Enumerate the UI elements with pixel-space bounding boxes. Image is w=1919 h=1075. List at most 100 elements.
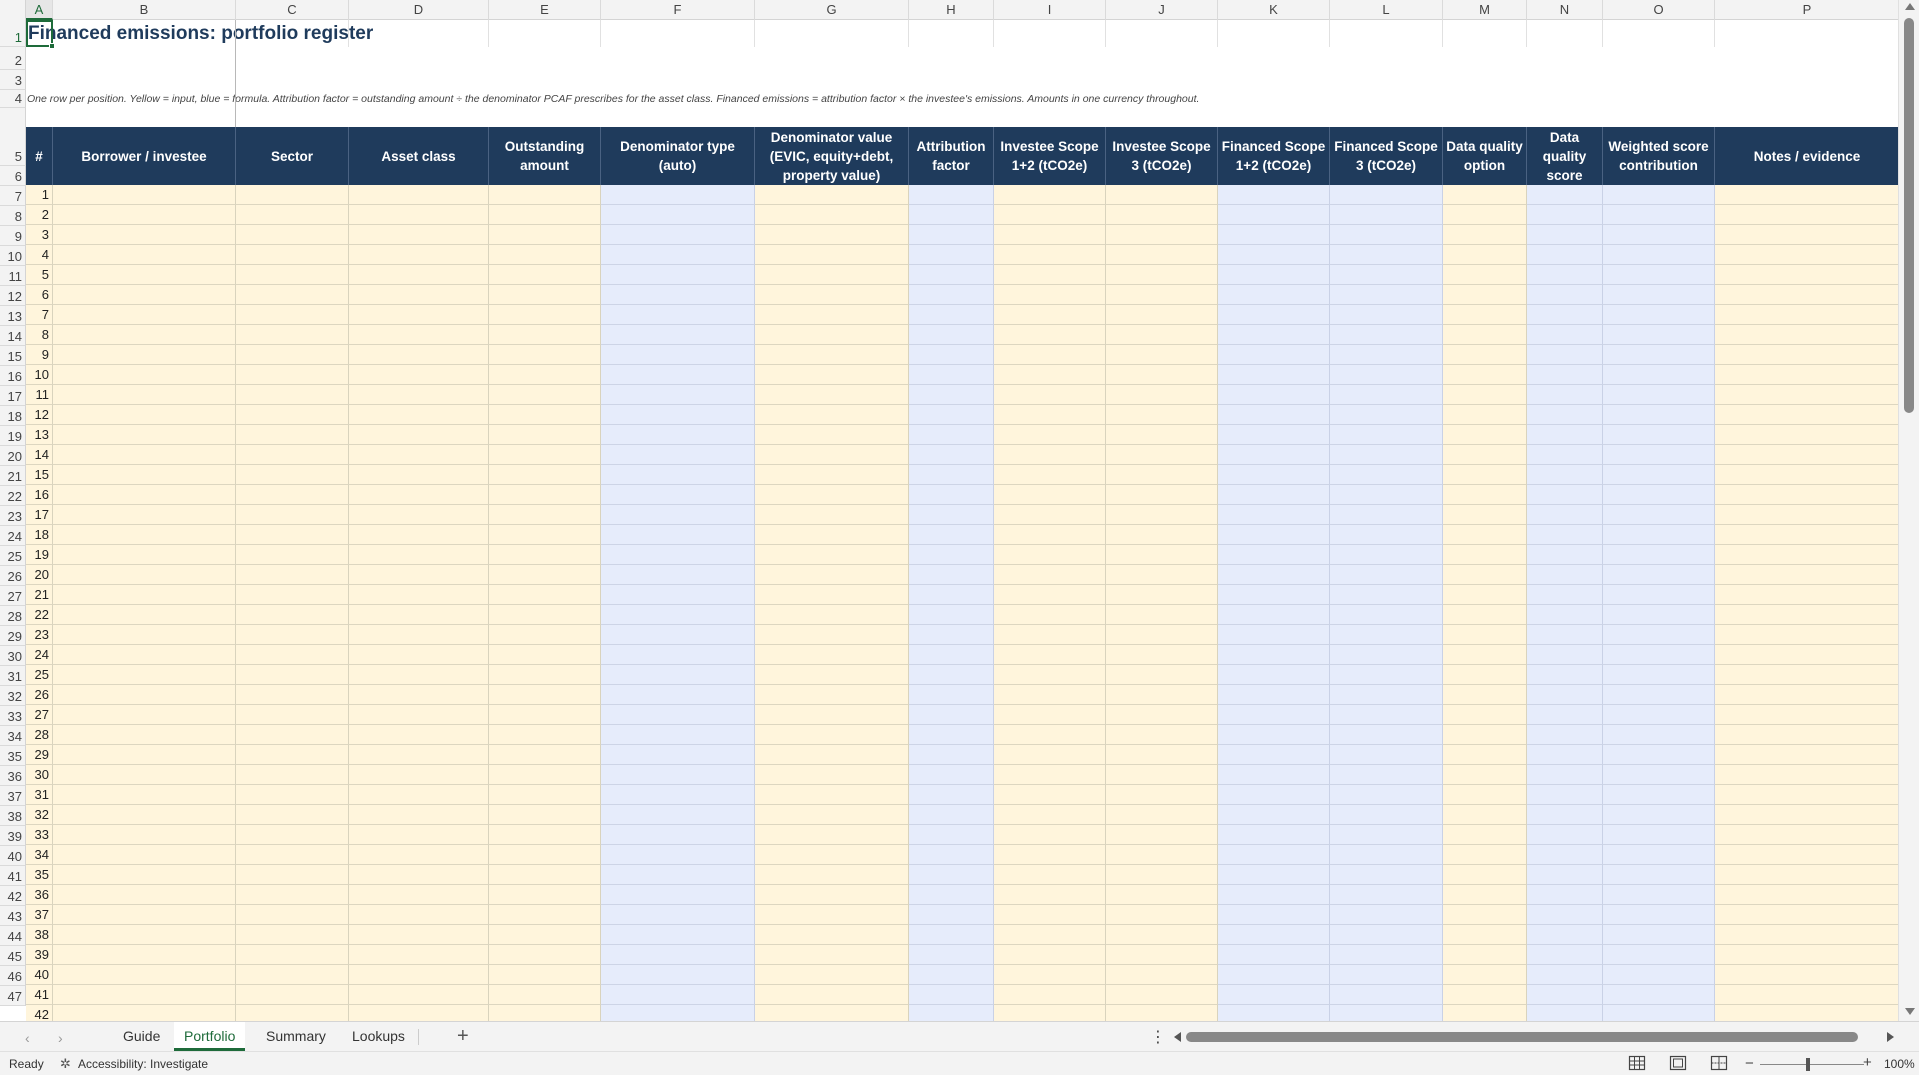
input-cell[interactable] <box>755 265 909 285</box>
row-header-15[interactable]: 15 <box>0 346 26 366</box>
input-cell[interactable] <box>489 885 601 905</box>
input-cell[interactable] <box>1715 365 1898 385</box>
row-header-18[interactable]: 18 <box>0 406 26 426</box>
formula-cell[interactable] <box>909 865 994 885</box>
input-cell[interactable] <box>489 345 601 365</box>
formula-cell[interactable] <box>1527 425 1603 445</box>
input-cell[interactable] <box>489 825 601 845</box>
position-number-cell[interactable]: 13 <box>26 425 53 445</box>
formula-cell[interactable] <box>1330 685 1443 705</box>
position-number-cell[interactable]: 31 <box>26 785 53 805</box>
input-cell[interactable] <box>1715 945 1898 965</box>
input-cell[interactable] <box>53 305 236 325</box>
row-header-42[interactable]: 42 <box>0 886 26 906</box>
input-cell[interactable] <box>755 645 909 665</box>
input-cell[interactable] <box>53 605 236 625</box>
input-cell[interactable] <box>1106 665 1218 685</box>
input-cell[interactable] <box>349 685 489 705</box>
input-cell[interactable] <box>53 645 236 665</box>
formula-cell[interactable] <box>1603 505 1715 525</box>
formula-cell[interactable] <box>909 925 994 945</box>
input-cell[interactable] <box>236 265 349 285</box>
input-cell[interactable] <box>994 525 1106 545</box>
formula-cell[interactable] <box>909 825 994 845</box>
input-cell[interactable] <box>236 325 349 345</box>
formula-cell[interactable] <box>1603 305 1715 325</box>
header-cell-k[interactable]: Financed Scope 1+2 (tCO2e) <box>1218 127 1330 185</box>
position-number-cell[interactable]: 38 <box>26 925 53 945</box>
formula-cell[interactable] <box>601 465 755 485</box>
input-cell[interactable] <box>1715 765 1898 785</box>
formula-cell[interactable] <box>909 905 994 925</box>
input-cell[interactable] <box>1443 425 1527 445</box>
formula-cell[interactable] <box>1330 725 1443 745</box>
input-cell[interactable] <box>1715 425 1898 445</box>
input-cell[interactable] <box>1106 345 1218 365</box>
input-cell[interactable] <box>236 825 349 845</box>
input-cell[interactable] <box>1106 985 1218 1005</box>
input-cell[interactable] <box>349 665 489 685</box>
input-cell[interactable] <box>755 425 909 445</box>
input-cell[interactable] <box>349 945 489 965</box>
input-cell[interactable] <box>53 1005 236 1021</box>
formula-cell[interactable] <box>601 645 755 665</box>
formula-cell[interactable] <box>909 845 994 865</box>
input-cell[interactable] <box>349 625 489 645</box>
input-cell[interactable] <box>236 305 349 325</box>
input-cell[interactable] <box>349 645 489 665</box>
position-number-cell[interactable]: 20 <box>26 565 53 585</box>
fill-handle[interactable] <box>49 43 55 49</box>
input-cell[interactable] <box>349 1005 489 1021</box>
input-cell[interactable] <box>53 545 236 565</box>
input-cell[interactable] <box>994 305 1106 325</box>
input-cell[interactable] <box>1106 385 1218 405</box>
position-number-cell[interactable]: 41 <box>26 985 53 1005</box>
input-cell[interactable] <box>349 805 489 825</box>
input-cell[interactable] <box>755 885 909 905</box>
input-cell[interactable] <box>1443 625 1527 645</box>
formula-cell[interactable] <box>1218 525 1330 545</box>
row-header-17[interactable]: 17 <box>0 386 26 406</box>
input-cell[interactable] <box>1443 945 1527 965</box>
input-cell[interactable] <box>349 565 489 585</box>
input-cell[interactable] <box>53 705 236 725</box>
input-cell[interactable] <box>755 245 909 265</box>
formula-cell[interactable] <box>1218 825 1330 845</box>
input-cell[interactable] <box>236 705 349 725</box>
formula-cell[interactable] <box>909 345 994 365</box>
formula-cell[interactable] <box>1527 885 1603 905</box>
input-cell[interactable] <box>755 805 909 825</box>
formula-cell[interactable] <box>1603 245 1715 265</box>
input-cell[interactable] <box>1443 885 1527 905</box>
input-cell[interactable] <box>1715 605 1898 625</box>
input-cell[interactable] <box>349 385 489 405</box>
position-number-cell[interactable]: 35 <box>26 865 53 885</box>
input-cell[interactable] <box>349 725 489 745</box>
input-cell[interactable] <box>489 405 601 425</box>
input-cell[interactable] <box>994 905 1106 925</box>
input-cell[interactable] <box>994 605 1106 625</box>
vertical-scrollbar[interactable] <box>1898 0 1919 1021</box>
chevron-right-icon[interactable]: › <box>58 1030 63 1046</box>
column-header-o[interactable]: O <box>1603 0 1715 20</box>
formula-cell[interactable] <box>1603 605 1715 625</box>
formula-cell[interactable] <box>1603 445 1715 465</box>
zoom-in-button[interactable]: + <box>1863 1054 1872 1071</box>
accessibility-status[interactable]: Accessibility: Investigate <box>78 1057 208 1071</box>
input-cell[interactable] <box>1715 325 1898 345</box>
formula-cell[interactable] <box>601 1005 755 1021</box>
position-number-cell[interactable]: 12 <box>26 405 53 425</box>
formula-cell[interactable] <box>909 185 994 205</box>
formula-cell[interactable] <box>1330 585 1443 605</box>
input-cell[interactable] <box>236 885 349 905</box>
input-cell[interactable] <box>994 825 1106 845</box>
formula-cell[interactable] <box>1603 185 1715 205</box>
input-cell[interactable] <box>53 825 236 845</box>
zoom-slider-thumb[interactable] <box>1806 1058 1810 1071</box>
formula-cell[interactable] <box>1603 745 1715 765</box>
input-cell[interactable] <box>1443 225 1527 245</box>
input-cell[interactable] <box>489 845 601 865</box>
formula-cell[interactable] <box>1603 265 1715 285</box>
input-cell[interactable] <box>994 245 1106 265</box>
header-cell-a[interactable]: # <box>26 127 53 185</box>
